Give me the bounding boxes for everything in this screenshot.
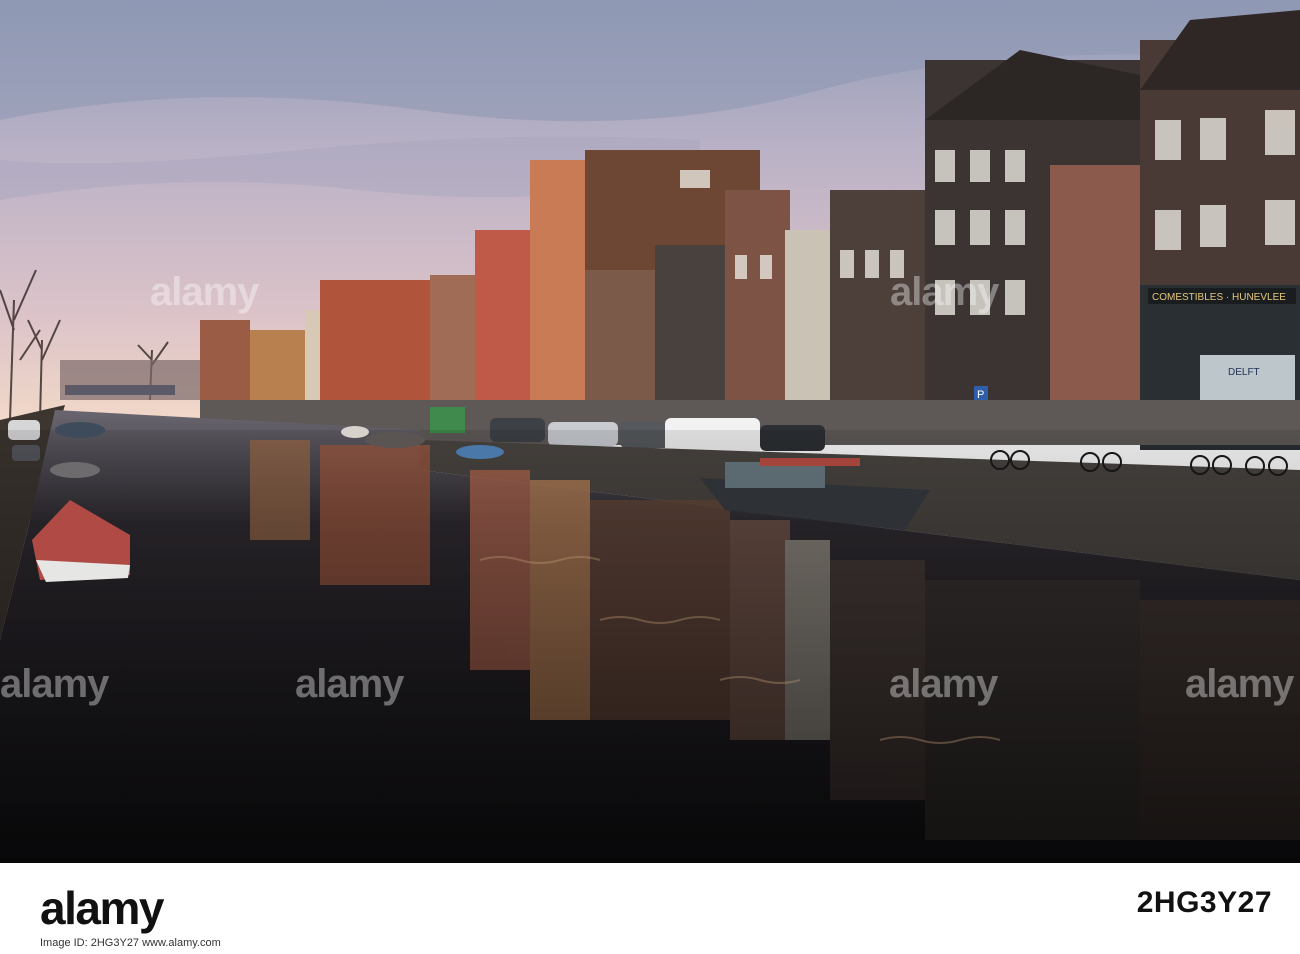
stock-photo-frame: COMESTIBLES · HUNEVLEE DELFT P alamy ala… (0, 0, 1300, 954)
canal-photo: COMESTIBLES · HUNEVLEE DELFT P (0, 0, 1300, 863)
distant-bridge (65, 385, 175, 395)
brand-logo: alamy (40, 882, 164, 934)
image-id: 2HG3Y27 (1136, 886, 1272, 919)
reflection-shade (0, 430, 1300, 863)
image-meta: Image ID: 2HG3Y27 www.alamy.com (40, 937, 221, 949)
delft-sign: DELFT (1228, 367, 1260, 378)
shop-sign: COMESTIBLES · HUNEVLEE (1152, 292, 1286, 303)
parking-sign: P (977, 389, 984, 401)
